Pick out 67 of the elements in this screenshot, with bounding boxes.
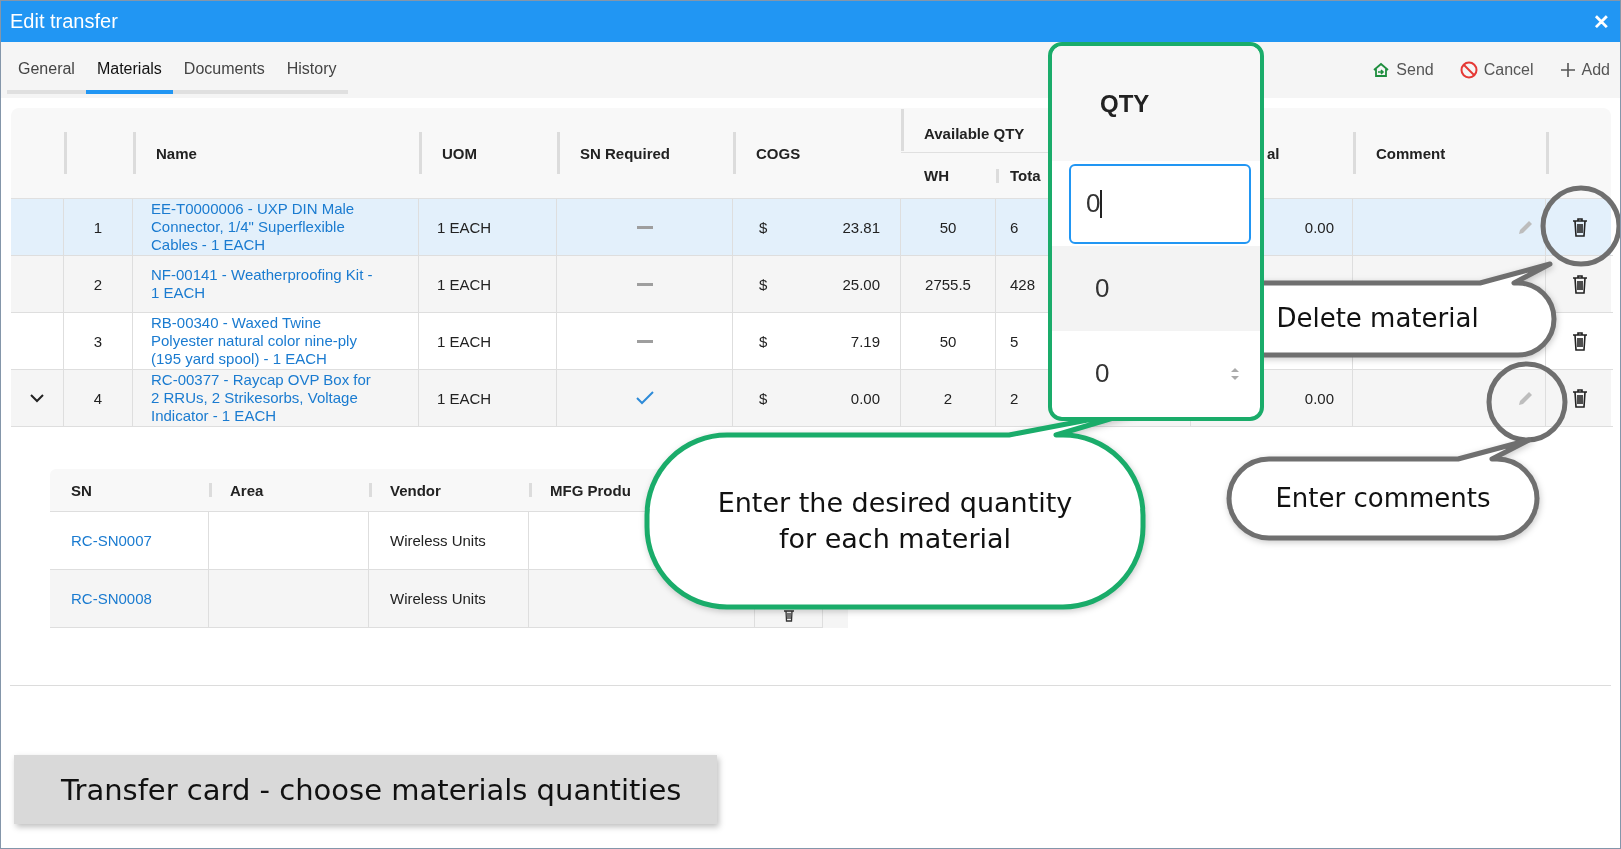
column-header: Vendor (390, 481, 441, 499)
table-cell: 50 (939, 332, 957, 350)
serial-link[interactable]: RC-SN0008 (71, 590, 152, 607)
currency-sign: $ (759, 332, 768, 350)
quantity-field[interactable]: 0 (1069, 163, 1251, 244)
table-cell: 25.00 (842, 275, 880, 293)
tab[interactable]: History (275, 54, 348, 94)
cancel-button[interactable]: Cancel (1459, 61, 1534, 79)
trash-icon[interactable] (1571, 274, 1588, 294)
column-header: SN (71, 481, 92, 499)
callout-text: Enter the desired quantity for each material (716, 485, 1074, 556)
column-header: al (1267, 144, 1280, 162)
material-link[interactable]: RB-00340 - Waxed Twine Polyester natural color nine-ply (195 yard spool) - 1 EACH (151, 314, 380, 368)
currency-sign: $ (759, 218, 768, 236)
table-cell: 2755.5 (925, 275, 971, 293)
callout-text: Delete material (1276, 302, 1479, 336)
trash-icon[interactable] (1571, 388, 1588, 408)
table-cell: 1 EACH (437, 332, 492, 350)
column-header: MFG Produ (550, 481, 631, 499)
tab[interactable]: General (7, 54, 86, 94)
caption-banner: Transfer card - choose materials quantities (14, 755, 717, 824)
table-cell: 7.19 (850, 332, 880, 350)
column-header: Area (230, 481, 264, 499)
table-cell: 1 EACH (437, 389, 492, 407)
send-icon (1372, 62, 1391, 78)
add-button[interactable]: Add (1559, 61, 1610, 79)
table-cell: 4 (64, 370, 133, 427)
column-header: SN Required (580, 144, 670, 162)
column-group-header: Available QTY (924, 124, 1025, 142)
cancel-icon (1459, 61, 1478, 79)
trash-icon[interactable] (1571, 217, 1588, 237)
tab[interactable]: Documents (172, 54, 276, 94)
material-link[interactable]: EE-T0000006 - UXP DIN Male Connector, 1/4" Superflexible Cables - 1 EACH (151, 200, 380, 254)
table-cell: 2 (943, 389, 953, 407)
column-header: WH (924, 167, 949, 184)
plus-icon (1559, 62, 1576, 78)
window-title: Edit transfer (10, 10, 118, 33)
table-cell: 0.00 (1304, 218, 1334, 236)
chevron-down-icon[interactable] (30, 393, 44, 403)
table-cell: 0.00 (1304, 389, 1334, 407)
trash-icon[interactable] (1571, 331, 1588, 351)
table-cell: Wireless Units (369, 570, 529, 628)
table-cell: 1 EACH (437, 275, 492, 293)
table-cell: 0.00 (850, 389, 880, 407)
column-header: QTY (1100, 89, 1150, 118)
quantity-field[interactable]: 0 (1069, 353, 1251, 394)
table-cell: 6 (1010, 218, 1019, 236)
column-header: Tota (1010, 167, 1041, 184)
send-button[interactable]: Send (1372, 61, 1434, 79)
callout-text: Enter comments (1275, 481, 1491, 515)
column-header: COGS (756, 144, 801, 162)
table-cell: 5 (1010, 332, 1019, 350)
material-link[interactable]: NF-00141 - Weatherproofing Kit - 1 EACH (151, 266, 380, 302)
trash-icon[interactable] (782, 608, 795, 622)
column-header: Name (156, 144, 197, 162)
currency-sign: $ (759, 275, 768, 293)
table-cell: 23.81 (842, 218, 880, 236)
column-header: Comment (1376, 144, 1446, 162)
column-header: UOM (442, 144, 477, 162)
currency-sign: $ (759, 389, 768, 407)
table-cell: 1 EACH (437, 218, 492, 236)
serial-link[interactable]: RC-SN0007 (71, 532, 152, 549)
tab[interactable]: Materials (85, 54, 173, 94)
table-cell: 428 (1010, 275, 1036, 293)
material-link[interactable]: RC-00377 - Raycap OVP Box for 2 RRUs, 2 Strikesorbs, Voltage Indicator - 1 EACH (151, 371, 380, 425)
table-cell: 50 (939, 218, 957, 236)
table-cell: 2 (1010, 389, 1019, 407)
